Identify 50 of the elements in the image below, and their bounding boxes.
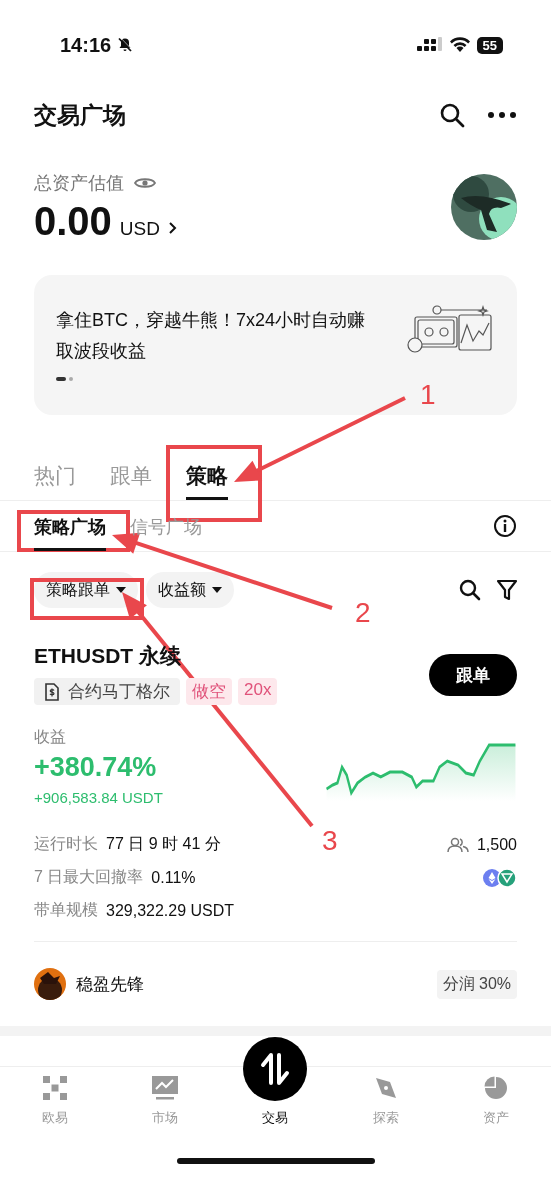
stat-value: 0.11% [151,868,196,887]
tab[interactable]: 策略 [186,440,228,500]
chart-monitor-icon [152,1076,179,1100]
follow-button[interactable]: 跟单 [429,654,517,696]
stat-label: 7 日最大回撤率 [34,867,144,887]
chevron-right-icon[interactable] [168,221,178,235]
stat-value: 77 日 9 时 41 分 [106,834,221,854]
profit-amount: +906,583.84 USDT [34,789,163,806]
currency-label[interactable]: USD [119,218,160,240]
step-number: 2 [355,597,371,628]
signal-icon [416,37,443,53]
assets-value: 0.00 [34,199,112,243]
more-icon[interactable] [487,111,517,119]
battery-indicator: 55 [476,36,503,54]
stat-label: 带单规模 [34,900,98,920]
document-dollar-icon [44,682,60,701]
bell-muted-icon [117,37,134,53]
step-number: 1 [420,379,436,410]
page-dot[interactable] [69,377,73,381]
tether-coin-icon [497,867,517,888]
tag: 做空 [186,678,232,705]
tag: 20x [238,678,278,705]
search-icon[interactable] [459,579,481,601]
stat-label: 运行时长 [34,834,98,854]
profit-label: 收益 [34,727,67,747]
profit-rate: +380.74% [34,752,158,783]
follower-count: 1,500 [476,835,517,854]
filter-icon[interactable] [497,579,517,601]
wifi-icon [448,37,471,53]
compass-icon [373,1076,398,1100]
subtab[interactable]: 策略广场 [34,501,106,551]
stat-value: 329,322.29 USDT [106,901,235,920]
assets-label: 总资产估值 [34,172,124,195]
profit-share-tag: 分润 30% [436,969,517,999]
info-icon[interactable] [493,514,517,538]
page-title: 交易广场 [34,100,126,130]
caret-icon [212,587,222,593]
people-icon [446,836,469,853]
status-time: 14:16 [60,33,112,57]
checker-icon [43,1076,68,1100]
author-name[interactable]: 稳盈先锋 [76,972,144,996]
banner-text: 拿住BTC，穿越牛熊！7x24小时自动赚取波段收益 [56,309,367,363]
step-number: 3 [322,825,338,856]
eye-icon[interactable] [134,176,156,190]
robot-chart-icon [407,305,493,355]
caret-icon [116,587,126,593]
nav-tab[interactable]: 交易 [235,1037,316,1151]
search-icon[interactable] [439,102,465,128]
filter-dropdown[interactable]: 收益额 [146,572,234,608]
pie-chart-icon [483,1076,508,1100]
